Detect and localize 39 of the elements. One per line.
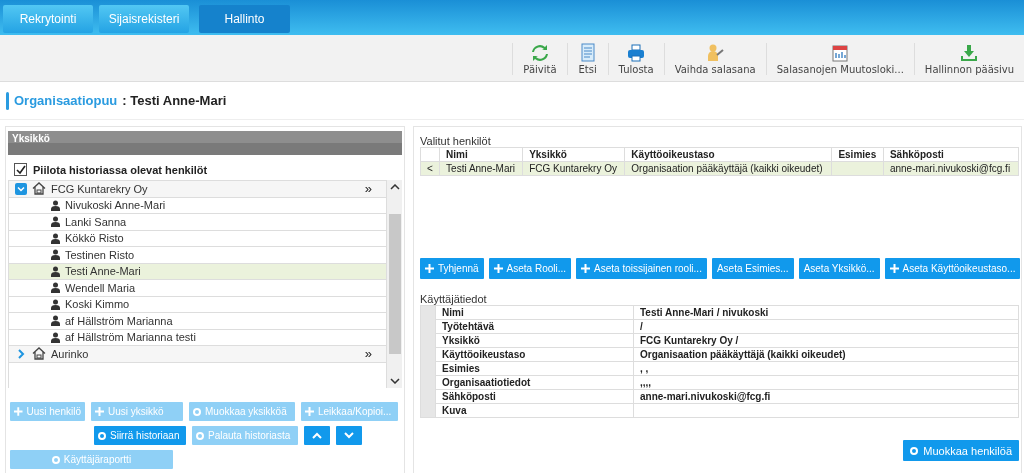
column-header: Yksikkö — [522, 147, 625, 162]
nav-tab[interactable]: Hallinto — [199, 5, 290, 33]
column-header: Käyttöoikeustaso — [624, 147, 832, 162]
person-name: Testi Anne-Mari — [65, 265, 142, 278]
unit-name: FCG Kuntarekry Oy — [51, 182, 149, 195]
panel-header: Yksikkö — [8, 131, 402, 155]
person-name: Testinen Risto — [65, 248, 136, 261]
column-header: Sähköposti — [883, 147, 1019, 162]
more-link[interactable]: » — [364, 181, 372, 197]
field-value: Testi Anne-Mari / nivukoski — [633, 305, 1019, 320]
unit-name: Aurinko — [51, 347, 90, 360]
toolbar-button[interactable]: Päivitä — [512, 43, 567, 75]
section-title: Organisaatiopuu — [14, 93, 118, 108]
person-row[interactable]: af Hällström Marianna — [9, 313, 386, 330]
person-name: Lanki Sanna — [65, 215, 128, 228]
unit-row[interactable]: Aurinko » — [9, 346, 386, 363]
toolbar-button[interactable]: Vaihda salasana — [663, 43, 766, 75]
person-name: af Hällström Marianna — [65, 314, 174, 327]
unit-row[interactable]: FCG Kuntarekry Oy » — [9, 181, 386, 198]
toolbar-button[interactable]: Etsi — [566, 43, 608, 75]
toolbar-button[interactable]: Salasanojen Muutosloki... — [765, 43, 914, 75]
field-label: Nimi — [435, 305, 634, 320]
person-name: Nivukoski Anne-Mari — [65, 199, 167, 212]
column-header: Nimi — [439, 147, 523, 162]
person-row[interactable]: Testinen Risto — [9, 247, 386, 264]
person-name: Koski Kimmo — [65, 298, 131, 311]
person-name: Kökkö Risto — [65, 232, 125, 245]
person-name: Wendell Maria — [65, 281, 137, 294]
person-row[interactable]: Wendell Maria — [9, 280, 386, 297]
toolbar-button[interactable]: Tulosta — [607, 43, 664, 75]
section-caption: Käyttäjätiedot — [420, 293, 488, 305]
checkbox-label: Piilota historiassa olevat henkilöt — [33, 163, 208, 176]
column-header: Esimies — [831, 147, 884, 162]
current-person-title: : Testi Anne-Mari — [122, 93, 227, 108]
toolbar-button[interactable]: Hallinnon pääsivu — [913, 43, 1024, 75]
person-row[interactable]: Lanki Sanna — [9, 214, 386, 231]
more-link[interactable]: » — [364, 346, 372, 362]
person-name: af Hällström Marianna testi — [65, 331, 197, 344]
section-caption: Valitut henkilöt — [420, 135, 492, 147]
